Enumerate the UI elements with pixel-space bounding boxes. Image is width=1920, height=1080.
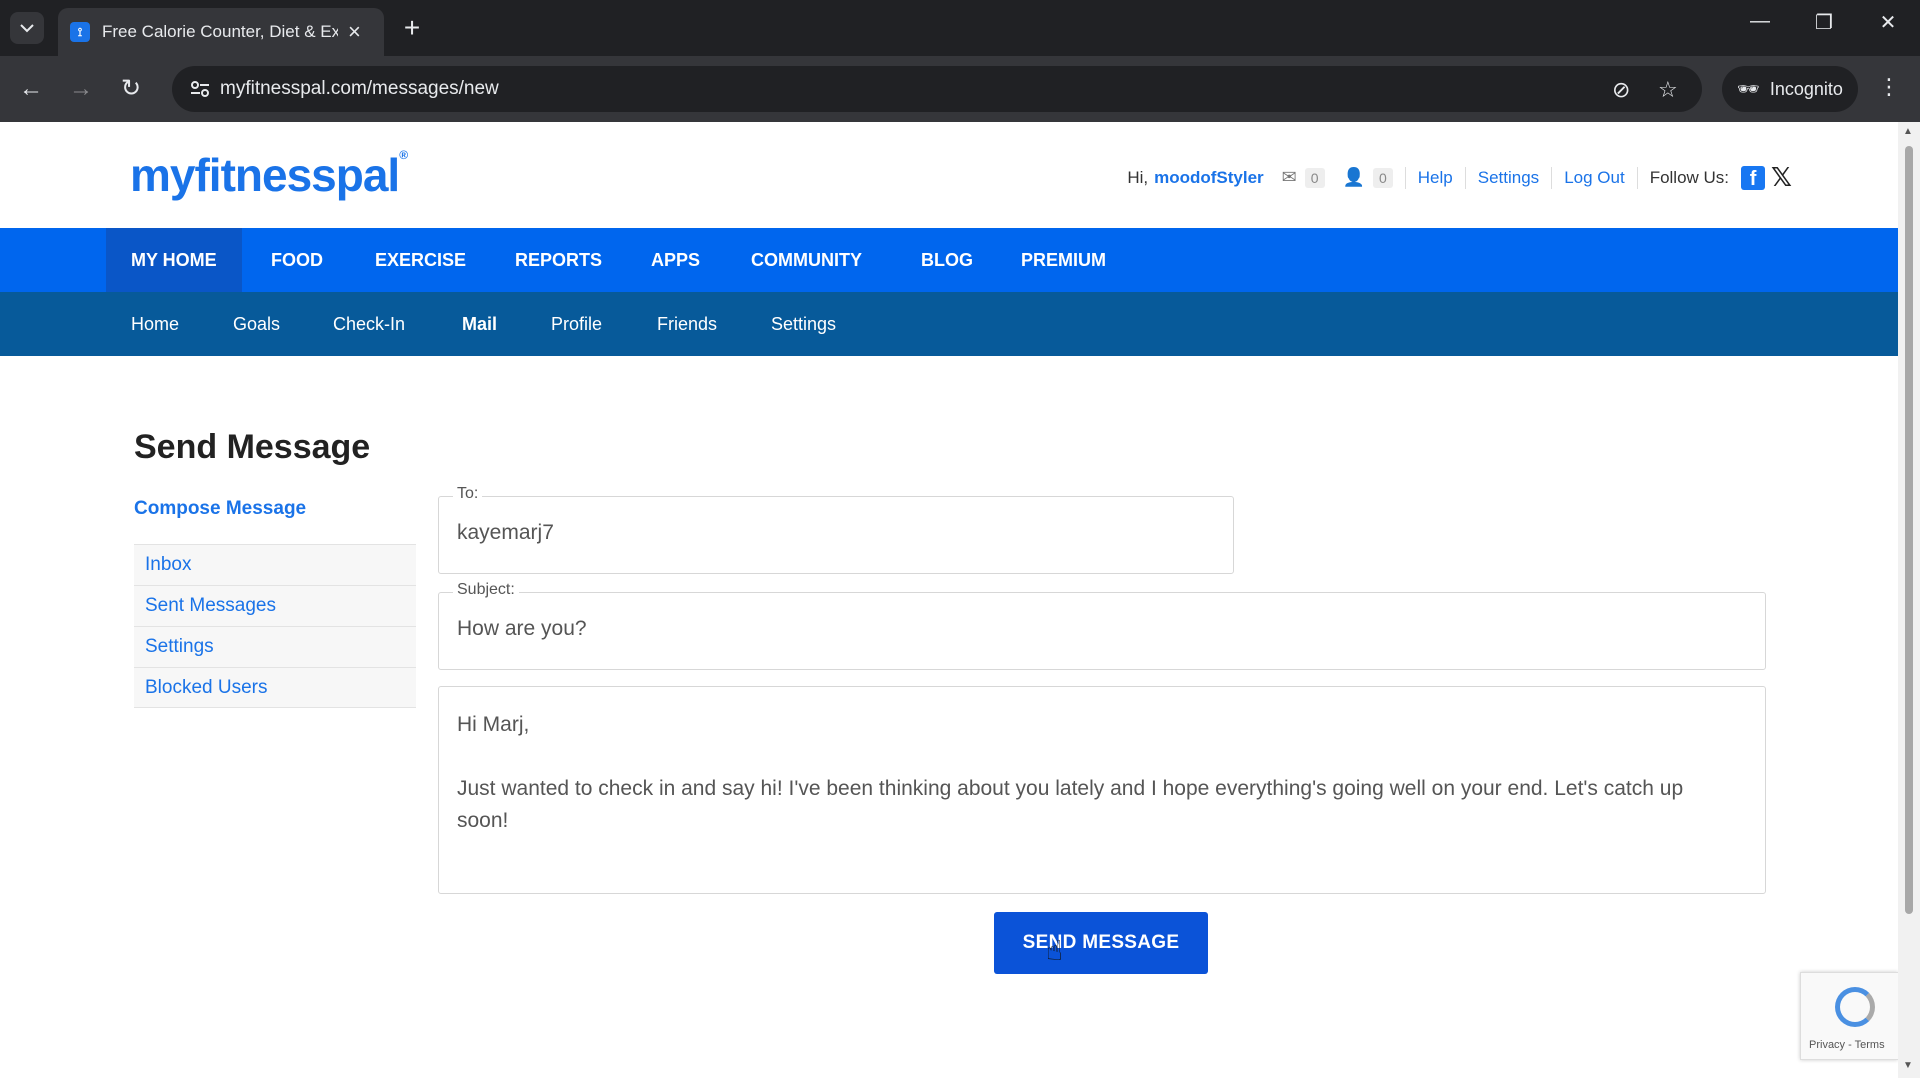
- incognito-label: Incognito: [1769, 78, 1843, 99]
- sidebar-item-settings[interactable]: Settings: [134, 626, 416, 667]
- recaptcha-privacy-terms[interactable]: Privacy - Terms: [1809, 1039, 1885, 1051]
- send-message-button[interactable]: SEND MESSAGE: [994, 912, 1208, 974]
- divider: [1464, 166, 1466, 189]
- site-logo[interactable]: myfitnesspal®: [130, 148, 408, 202]
- browser-menu-icon[interactable]: ⋮: [1876, 74, 1902, 100]
- friend-icon[interactable]: 👤: [1343, 167, 1365, 188]
- browser-toolbar: ← → ↻ myfitnesspal.com/messages/new ⊘ ☆ …: [0, 56, 1920, 122]
- chevron-down-icon: [20, 24, 34, 33]
- close-tab-icon[interactable]: ×: [348, 21, 361, 43]
- back-arrow-icon[interactable]: ←: [14, 72, 48, 106]
- bookmark-star-icon[interactable]: ☆: [1658, 77, 1678, 103]
- sidebar-item-blocked-users[interactable]: Blocked Users: [134, 667, 416, 708]
- forward-arrow-icon[interactable]: →: [64, 72, 98, 106]
- url-text: myfitnesspal.com/messages/new: [220, 78, 499, 99]
- tab-title: Free Calorie Counter, Diet & Ex: [102, 22, 338, 41]
- help-link[interactable]: Help: [1418, 168, 1453, 188]
- nav-premium[interactable]: PREMIUM: [996, 228, 1131, 292]
- compose-message-link[interactable]: Compose Message: [134, 498, 306, 520]
- sidebar-item-inbox[interactable]: Inbox: [134, 544, 416, 585]
- incognito-indicator[interactable]: 🕶 Incognito: [1722, 66, 1858, 112]
- incognito-icon: 🕶: [1737, 78, 1760, 99]
- tab-search-button[interactable]: [10, 12, 44, 44]
- subnav-mail[interactable]: Mail: [462, 292, 497, 356]
- scroll-up-icon[interactable]: ▲: [1903, 126, 1913, 137]
- page-scrollbar[interactable]: ▲ ▼: [1898, 122, 1920, 1078]
- divider: [1636, 166, 1638, 189]
- address-bar[interactable]: myfitnesspal.com/messages/new ⊘ ☆: [172, 66, 1702, 112]
- recaptcha-badge[interactable]: Privacy - Terms: [1800, 972, 1898, 1060]
- web-page: myfitnesspal® Hi, moodofStyler ✉ 0 👤 0 H…: [0, 122, 1898, 1078]
- new-tab-button[interactable]: +: [396, 12, 428, 44]
- page-title: Send Message: [134, 428, 371, 466]
- nav-community[interactable]: COMMUNITY: [726, 228, 887, 292]
- follow-us-label: Follow Us:: [1649, 167, 1730, 187]
- subnav-settings[interactable]: Settings: [771, 292, 836, 356]
- facebook-icon[interactable]: f: [1741, 165, 1766, 190]
- x-twitter-icon[interactable]: 𝕏: [1771, 162, 1792, 193]
- divider: [1551, 166, 1553, 189]
- nav-food[interactable]: FOOD: [246, 228, 348, 292]
- divider: [1404, 166, 1406, 189]
- username-link[interactable]: moodofStyler: [1154, 168, 1264, 188]
- to-label: To:: [453, 485, 483, 503]
- hand-cursor-icon: ☝: [1046, 935, 1064, 966]
- message-body-text: Hi Marj, Just wanted to check in and say…: [457, 713, 1684, 832]
- nav-exercise[interactable]: EXERCISE: [350, 228, 491, 292]
- main-nav: MY HOME FOOD EXERCISE REPORTS APPS COMMU…: [0, 228, 1898, 292]
- subnav-friends[interactable]: Friends: [657, 292, 717, 356]
- close-window-icon[interactable]: ✕: [1868, 10, 1908, 35]
- eye-off-icon[interactable]: ⊘: [1612, 77, 1630, 103]
- subject-field[interactable]: Subject: How are you?: [438, 581, 1766, 670]
- logo-text: myfitnesspal: [130, 149, 400, 201]
- to-input-value: kayemarj7: [457, 521, 554, 544]
- subnav-profile[interactable]: Profile: [551, 292, 602, 356]
- mail-sidebar: Inbox Sent Messages Settings Blocked Use…: [134, 544, 416, 708]
- mail-count-badge: 0: [1304, 167, 1325, 188]
- site-header: myfitnesspal® Hi, moodofStyler ✉ 0 👤 0 H…: [0, 122, 1898, 228]
- site-settings-icon[interactable]: [188, 77, 212, 101]
- friend-count-badge: 0: [1372, 167, 1393, 188]
- nav-my-home[interactable]: MY HOME: [106, 228, 242, 292]
- logout-link[interactable]: Log Out: [1564, 168, 1625, 188]
- subnav-goals[interactable]: Goals: [233, 292, 280, 356]
- browser-tab-active[interactable]: ⟟ Free Calorie Counter, Diet & Ex ×: [58, 8, 384, 56]
- subject-input-value: How are you?: [457, 617, 587, 640]
- scroll-thumb[interactable]: [1905, 146, 1913, 914]
- subnav-home[interactable]: Home: [131, 292, 179, 356]
- restore-icon[interactable]: ❐: [1804, 10, 1844, 35]
- sidebar-item-sent-messages[interactable]: Sent Messages: [134, 585, 416, 626]
- subject-label: Subject:: [453, 581, 519, 599]
- subnav-check-in[interactable]: Check-In: [333, 292, 405, 356]
- message-body-textarea[interactable]: Hi Marj, Just wanted to check in and say…: [438, 686, 1766, 894]
- user-bar: Hi, moodofStyler ✉ 0 👤 0 Help Settings L…: [1127, 162, 1792, 193]
- nav-apps[interactable]: APPS: [626, 228, 725, 292]
- nav-reports[interactable]: REPORTS: [490, 228, 627, 292]
- browser-tab-strip: ⟟ Free Calorie Counter, Diet & Ex × + — …: [0, 0, 1920, 56]
- favicon-icon: ⟟: [70, 22, 90, 42]
- minimize-icon[interactable]: —: [1740, 10, 1780, 33]
- sub-nav: Home Goals Check-In Mail Profile Friends…: [0, 292, 1898, 356]
- reload-icon[interactable]: ↻: [114, 72, 148, 106]
- settings-link[interactable]: Settings: [1478, 168, 1539, 188]
- mail-icon[interactable]: ✉: [1282, 167, 1297, 188]
- nav-blog[interactable]: BLOG: [896, 228, 998, 292]
- greeting: Hi,: [1127, 167, 1149, 187]
- recaptcha-icon: [1835, 987, 1875, 1027]
- scroll-down-icon[interactable]: ▼: [1903, 1060, 1913, 1071]
- to-field[interactable]: To: kayemarj7: [438, 485, 1234, 574]
